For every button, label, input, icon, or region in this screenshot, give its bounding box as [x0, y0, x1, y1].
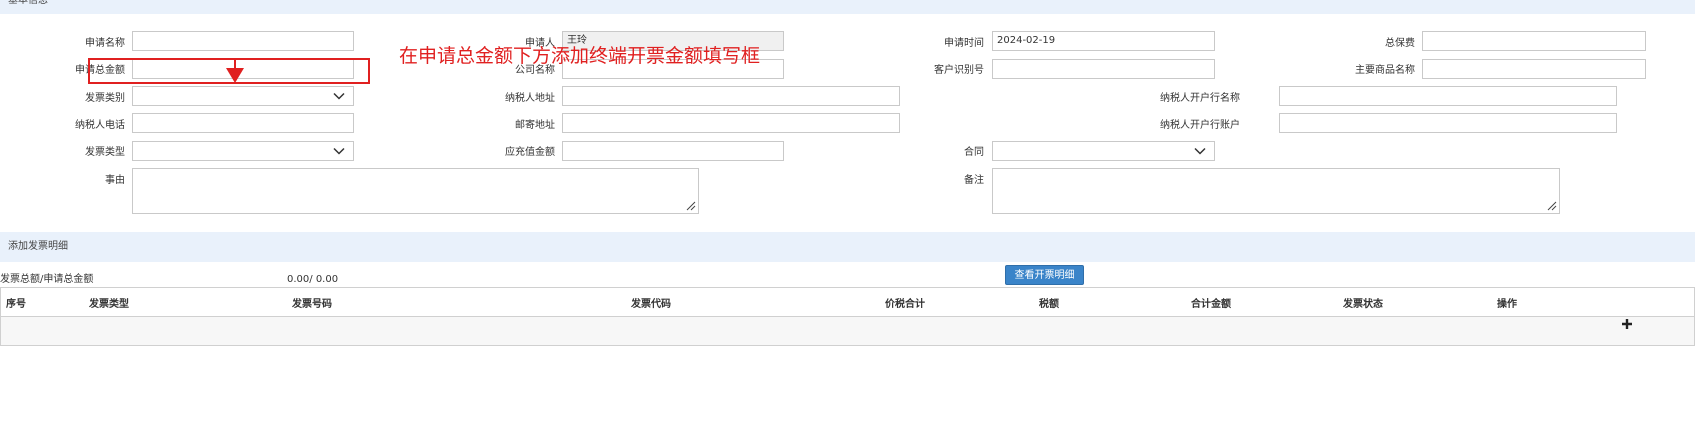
reason-textarea[interactable] — [132, 168, 699, 214]
col-tax: 税额 — [1039, 299, 1059, 310]
col-invoice-type: 发票类型 — [89, 299, 129, 310]
section-header-basic-info: 基本信息 — [0, 0, 1695, 14]
invoice-type-label: 发票类型 — [85, 147, 125, 158]
invoice-summary-value: 0.00/ 0.00 — [287, 274, 339, 285]
col-invoice-number: 发票号码 — [292, 299, 332, 310]
apply-name-input[interactable] — [132, 31, 354, 51]
contract-label: 合同 — [964, 147, 984, 158]
taxpayer-bank-account-input[interactable] — [1279, 113, 1617, 133]
resize-grip-icon[interactable] — [1547, 201, 1557, 211]
mail-address-input[interactable] — [562, 113, 900, 133]
apply-name-label: 申请名称 — [85, 38, 125, 49]
taxpayer-phone-input[interactable] — [132, 113, 354, 133]
prepaid-amount-label: 应充值金额 — [505, 147, 555, 158]
chevron-down-icon — [333, 147, 345, 155]
invoice-summary-label: 发票总额/申请总金额 — [0, 274, 94, 285]
invoice-type-select[interactable] — [132, 141, 354, 161]
chevron-down-icon — [333, 92, 345, 100]
col-total-amount: 合计金额 — [1191, 299, 1231, 310]
annotation-text: 在申请总金额下方添加终端开票金额填写框 — [399, 45, 761, 67]
resize-grip-icon[interactable] — [686, 201, 696, 211]
taxpayer-bank-name-label: 纳税人开户行名称 — [1160, 93, 1240, 104]
invoice-category-label: 发票类别 — [85, 93, 125, 104]
contract-select[interactable] — [992, 141, 1215, 161]
annotation-arrow-icon — [226, 60, 244, 83]
table-row — [1, 317, 1694, 345]
taxpayer-phone-label: 纳税人电话 — [75, 120, 125, 131]
customer-id-label: 客户识别号 — [934, 65, 984, 76]
col-invoice-status: 发票状态 — [1343, 299, 1383, 310]
col-actions: 操作 — [1497, 299, 1517, 310]
taxpayer-bank-account-label: 纳税人开户行账户 — [1160, 120, 1240, 131]
main-product-input[interactable] — [1422, 59, 1646, 79]
prepaid-amount-input[interactable] — [562, 141, 784, 161]
remark-textarea[interactable] — [992, 168, 1560, 214]
taxpayer-address-input[interactable] — [562, 86, 900, 106]
total-fee-label: 总保费 — [1385, 38, 1415, 49]
chevron-down-icon — [1194, 147, 1206, 155]
taxpayer-bank-name-input[interactable] — [1279, 86, 1617, 106]
remark-label: 备注 — [964, 175, 984, 186]
apply-time-label: 申请时间 — [944, 38, 984, 49]
main-product-label: 主要商品名称 — [1355, 65, 1415, 76]
invoice-table: 序号 发票类型 发票号码 发票代码 价税合计 税额 合计金额 发票状态 操作 — [0, 287, 1695, 346]
mail-address-label: 邮寄地址 — [515, 120, 555, 131]
apply-time-input[interactable]: 2024-02-19 — [992, 31, 1215, 51]
section-header-add-invoice: 添加发票明细 — [0, 232, 1695, 262]
col-invoice-code: 发票代码 — [631, 299, 671, 310]
taxpayer-address-label: 纳税人地址 — [505, 93, 555, 104]
col-index: 序号 — [6, 299, 26, 310]
invoice-category-select[interactable] — [132, 86, 354, 106]
table-header: 序号 发票类型 发票号码 发票代码 价税合计 税额 合计金额 发票状态 操作 — [1, 288, 1694, 317]
customer-id-input[interactable] — [992, 59, 1215, 79]
reason-label: 事由 — [105, 175, 125, 186]
col-total-with-tax: 价税合计 — [885, 299, 925, 310]
view-invoice-detail-button[interactable]: 查看开票明细 — [1005, 265, 1084, 285]
plus-icon[interactable] — [1621, 318, 1633, 330]
total-fee-input[interactable] — [1422, 31, 1646, 51]
